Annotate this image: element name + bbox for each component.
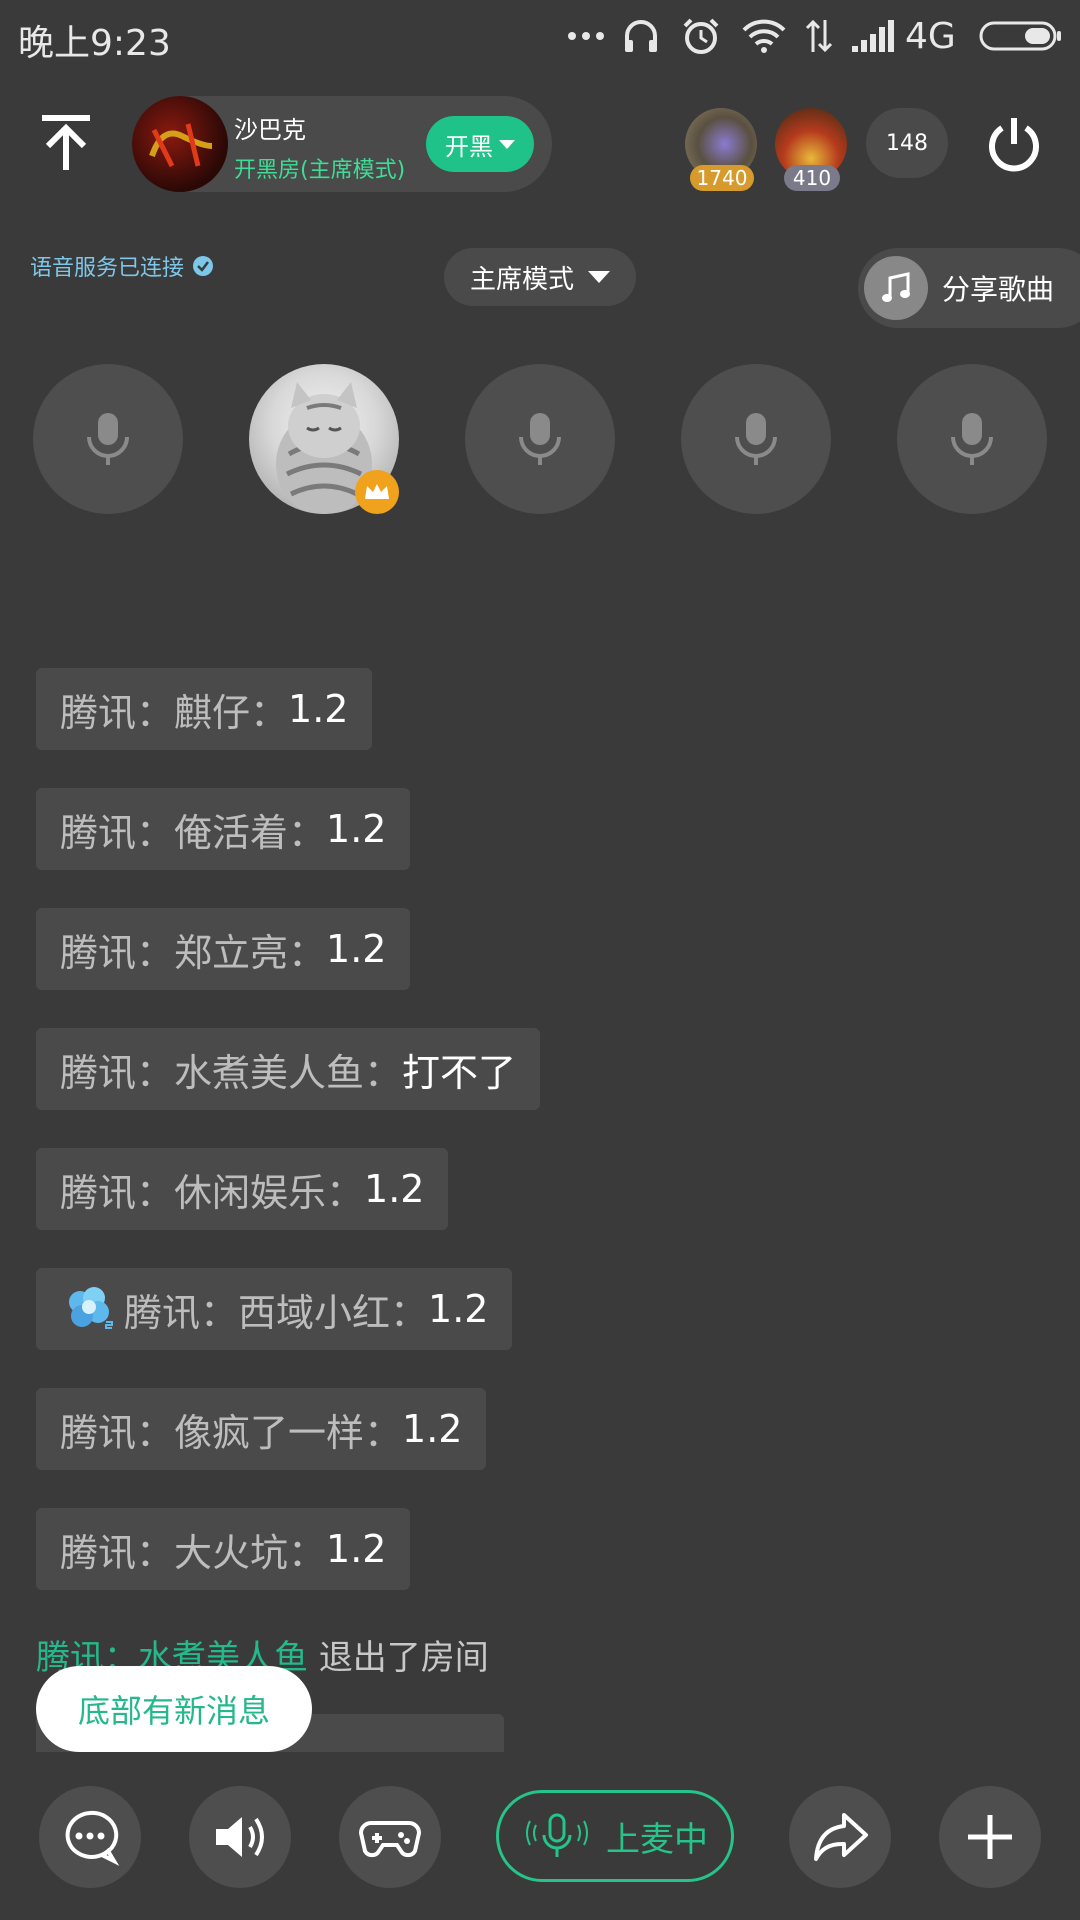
chat-message[interactable]: 腾讯：麒仔： 1.2	[36, 668, 373, 750]
contribution-badge: 1740	[690, 165, 754, 191]
mic-seat-empty[interactable]	[681, 364, 831, 514]
network-type: 4G	[905, 16, 956, 57]
message-text: 1.2	[326, 927, 387, 971]
message-sender: 腾讯：水煮美人鱼：	[60, 1050, 403, 1095]
contribution-badge: 410	[784, 165, 840, 191]
chat-message[interactable]: 腾讯：休闲娱乐： 1.2	[36, 1148, 449, 1230]
microphone-icon	[735, 413, 777, 465]
chat-button[interactable]	[39, 1786, 141, 1888]
voice-status-text: 语音服务已连接	[30, 256, 185, 281]
microphone-icon	[951, 413, 993, 465]
voice-connection-status: 语音服务已连接	[30, 250, 214, 282]
notice-action: 退出了房间	[308, 1638, 489, 1678]
microphone-waves-icon	[526, 1813, 588, 1857]
new-message-banner[interactable]: 底部有新消息	[36, 1666, 312, 1752]
microphone-icon	[87, 413, 129, 465]
room-mode-label: 开黑	[445, 132, 493, 161]
message-sender: 腾讯：休闲娱乐：	[60, 1170, 365, 1215]
music-note-icon	[864, 256, 928, 320]
alarm-icon	[680, 14, 722, 58]
message-text: 打不了	[402, 1050, 517, 1095]
speaker-button[interactable]	[189, 1786, 291, 1888]
status-time: 晚上9:23	[18, 23, 171, 64]
chevron-down-icon	[588, 271, 610, 283]
more-dots-icon	[566, 14, 606, 58]
host-crown-badge	[355, 470, 399, 514]
chevron-down-icon	[499, 139, 515, 149]
chair-mode-dropdown[interactable]: 主席模式	[444, 248, 636, 306]
message-sender: 腾讯：俺活着：	[60, 810, 327, 855]
battery-icon	[978, 14, 1064, 58]
message-text: 1.2	[288, 687, 349, 731]
speaker-icon	[216, 1817, 264, 1857]
crown-icon	[365, 484, 389, 499]
headphones-icon	[620, 14, 662, 58]
message-text: 1.2	[428, 1287, 489, 1331]
chat-message[interactable]: 腾讯：西域小红： 1.2	[36, 1268, 513, 1350]
data-arrows-icon	[802, 14, 836, 58]
message-text: 1.2	[402, 1407, 463, 1451]
room-subtitle: 开黑房(主席模式)	[234, 158, 406, 183]
signal-icon	[850, 14, 898, 58]
power-icon	[989, 118, 1039, 172]
online-count[interactable]: 148	[866, 108, 948, 178]
chat-message[interactable]: 腾讯：俺活着： 1.2	[36, 788, 411, 870]
mic-seat-empty[interactable]	[33, 364, 183, 514]
chair-mode-label: 主席模式	[469, 264, 574, 295]
chat-message[interactable]: 腾讯：大火坑： 1.2	[36, 1508, 411, 1590]
room-name: 沙巴克	[234, 116, 306, 144]
message-text: 1.2	[326, 1527, 387, 1571]
share-song-label: 分享歌曲	[942, 273, 1055, 306]
chat-message[interactable]: 腾讯：水煮美人鱼： 打不了	[36, 1028, 541, 1110]
message-text: 1.2	[364, 1167, 425, 1211]
share-button[interactable]	[789, 1786, 891, 1888]
chat-bubble-icon	[65, 1810, 120, 1866]
chat-message[interactable]: 腾讯：像疯了一样： 1.2	[36, 1388, 487, 1470]
on-mic-label: 上麦中	[606, 1819, 708, 1860]
gamepad-icon	[358, 1821, 422, 1858]
back-to-top-button[interactable]	[34, 112, 98, 176]
share-arrow-icon	[814, 1813, 868, 1861]
message-sender: 腾讯：郑立亮：	[60, 930, 327, 975]
plus-icon	[968, 1815, 1012, 1859]
exit-room-button[interactable]	[984, 112, 1044, 176]
message-sender: 腾讯：麒仔：	[60, 690, 289, 735]
room-avatar	[132, 96, 228, 192]
message-sender: 腾讯：西域小红：	[124, 1290, 429, 1335]
message-sender: 腾讯：大火坑：	[60, 1530, 327, 1575]
message-sender: 腾讯：像疯了一样：	[60, 1410, 403, 1455]
on-mic-button[interactable]: 上麦中	[496, 1790, 734, 1882]
check-circle-icon	[193, 256, 214, 276]
wifi-icon	[740, 14, 788, 58]
chat-message[interactable]: 腾讯：郑立亮： 1.2	[36, 908, 411, 990]
microphone-icon	[519, 413, 561, 465]
flower-badge-icon	[69, 1287, 113, 1329]
message-text: 1.2	[326, 807, 387, 851]
room-mode-button[interactable]: 开黑	[426, 116, 534, 172]
more-button[interactable]	[939, 1786, 1041, 1888]
upload-arrow-icon	[42, 115, 90, 170]
mic-seat-empty[interactable]	[465, 364, 615, 514]
game-button[interactable]	[339, 1786, 441, 1888]
mic-seat-empty[interactable]	[897, 364, 1047, 514]
